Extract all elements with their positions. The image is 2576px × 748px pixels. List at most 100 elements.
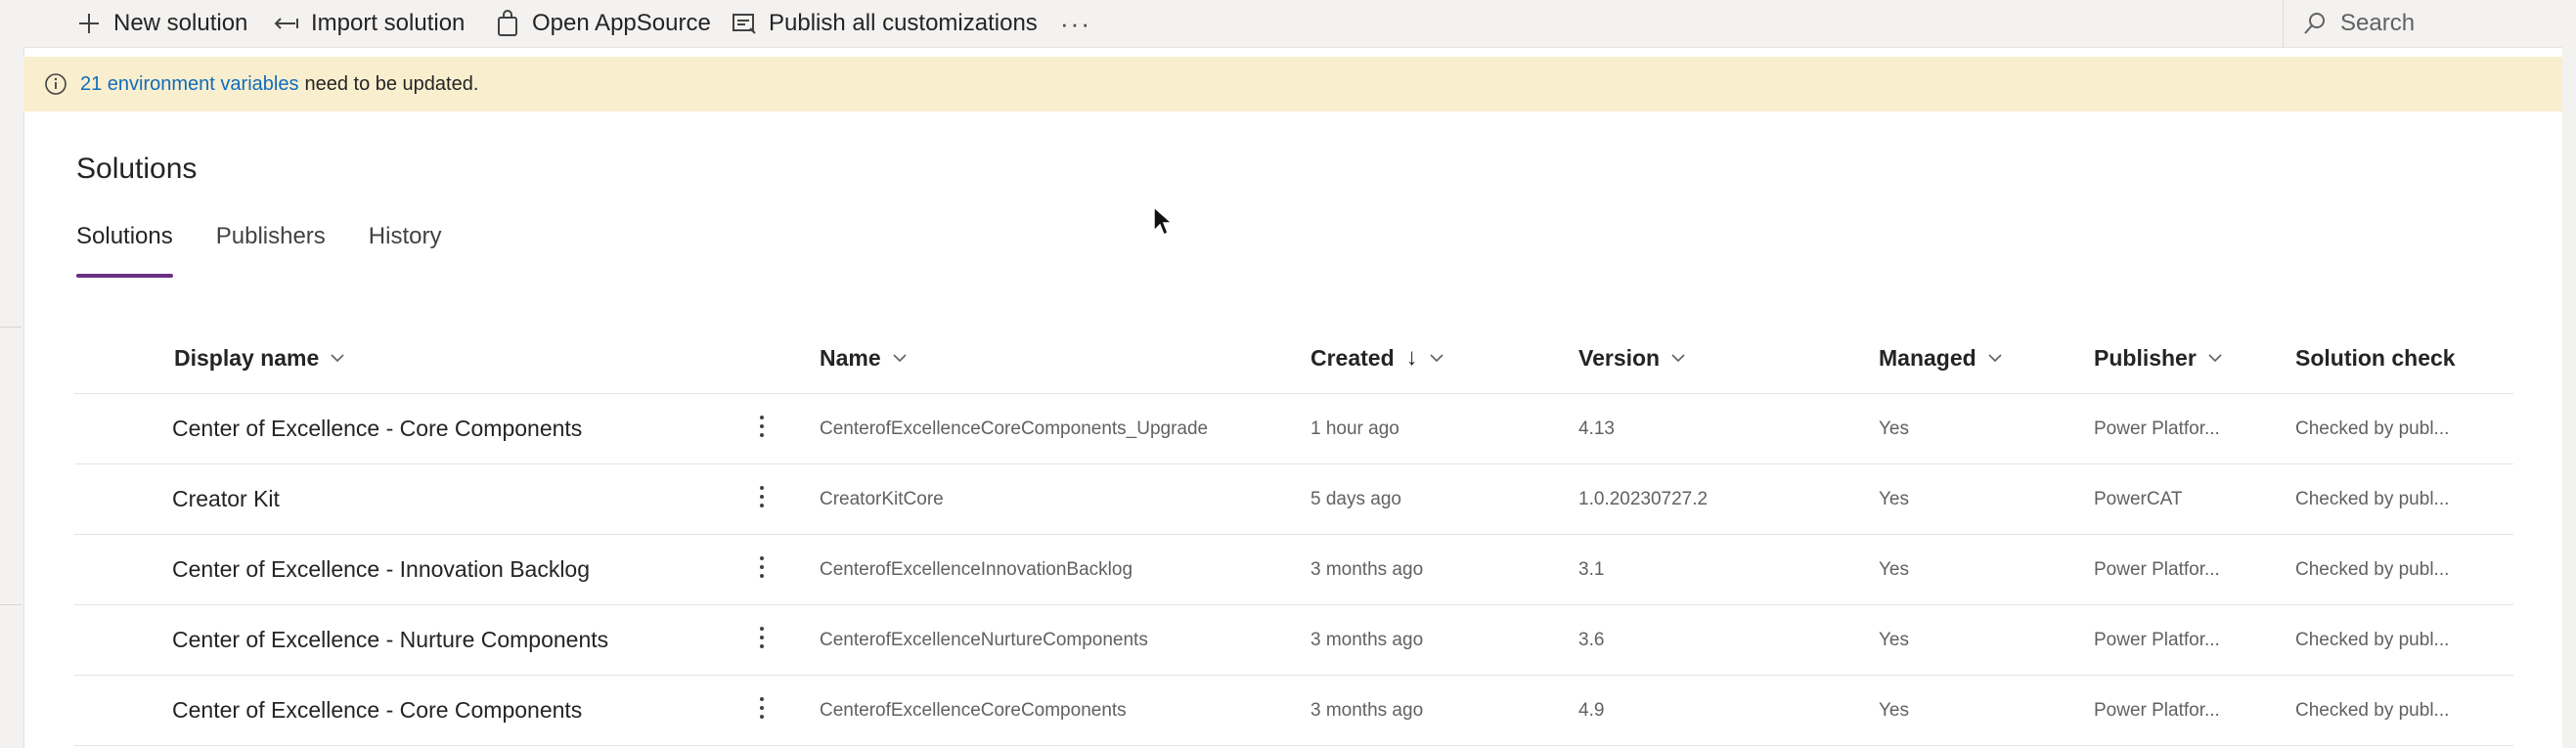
cell-display-name[interactable]: Center of Excellence - Nurture Component… — [172, 605, 608, 675]
column-header-name[interactable]: Name — [820, 323, 909, 393]
tab-list: Solutions Publishers History — [76, 217, 484, 278]
cell-version: 3.1 — [1578, 558, 1605, 580]
right-edge — [2562, 0, 2576, 748]
cell-solution-check: Checked by publ... — [2295, 699, 2450, 721]
import-arrow-icon — [272, 9, 301, 38]
column-header-managed[interactable]: Managed — [1879, 323, 2004, 393]
banner-message: need to be updated. — [304, 72, 479, 95]
environment-variables-link[interactable]: 21 environment variables — [80, 73, 298, 96]
cell-managed: Yes — [1879, 488, 1909, 509]
solutions-page: New solution Import solution Open AppSou… — [0, 0, 2576, 748]
vertical-ellipsis-icon — [759, 484, 765, 514]
publish-icon — [730, 9, 759, 38]
cell-version: 4.13 — [1578, 418, 1615, 439]
row-more-button[interactable] — [747, 605, 777, 675]
import-solution-label: Import solution — [311, 10, 466, 36]
column-label: Solution check — [2295, 344, 2456, 371]
plus-icon — [74, 9, 104, 38]
left-rail — [0, 0, 24, 748]
column-header-publisher[interactable]: Publisher — [2094, 323, 2224, 393]
table-row[interactable]: Center of Excellence - Nurture Component… — [74, 605, 2513, 676]
vertical-ellipsis-icon — [759, 414, 765, 444]
table-row[interactable]: Center of Excellence - Core Components C… — [74, 394, 2513, 464]
column-header-display-name[interactable]: Display name — [174, 323, 346, 393]
tab-solutions[interactable]: Solutions — [76, 217, 173, 278]
chevron-down-icon — [329, 349, 346, 367]
cell-created: 5 days ago — [1310, 488, 1401, 509]
column-label: Created — [1310, 344, 1395, 371]
cell-publisher: PowerCAT — [2094, 488, 2183, 509]
environment-variables-banner: 21 environment variables need to be upda… — [23, 57, 2562, 111]
row-more-button[interactable] — [747, 394, 777, 463]
mouse-cursor-icon — [1153, 205, 1174, 237]
cell-created: 3 months ago — [1310, 629, 1424, 650]
cell-display-name[interactable]: Creator Kit — [172, 464, 280, 534]
table-row[interactable]: Creator Kit CreatorKitCore 5 days ago 1.… — [74, 464, 2513, 535]
page-title: Solutions — [76, 153, 198, 185]
shopping-bag-icon — [493, 9, 522, 38]
cell-solution-check: Checked by publ... — [2295, 558, 2450, 580]
search-placeholder: Search — [2340, 10, 2416, 36]
row-more-button[interactable] — [747, 535, 777, 604]
row-more-button[interactable] — [747, 676, 777, 745]
row-more-button[interactable] — [747, 464, 777, 534]
vertical-ellipsis-icon — [759, 625, 765, 655]
column-header-solution-check[interactable]: Solution check — [2295, 323, 2456, 393]
solutions-table: Display name Name Created ↓ Version Mana… — [74, 323, 2513, 746]
cell-managed: Yes — [1879, 418, 1909, 439]
chevron-down-icon — [2206, 349, 2224, 367]
command-bar: New solution Import solution Open AppSou… — [23, 0, 2562, 48]
cell-name: CenterofExcellenceNurtureComponents — [820, 629, 1148, 650]
column-label: Version — [1578, 344, 1661, 371]
cell-display-name[interactable]: Center of Excellence - Innovation Backlo… — [172, 535, 590, 604]
cell-display-name[interactable]: Center of Excellence - Core Components — [172, 676, 582, 745]
cell-version: 4.9 — [1578, 699, 1605, 721]
column-header-version[interactable]: Version — [1578, 323, 1687, 393]
table-header: Display name Name Created ↓ Version Mana… — [74, 323, 2513, 394]
tab-publishers[interactable]: Publishers — [216, 217, 326, 278]
search-icon — [2301, 10, 2329, 37]
chevron-down-icon — [1986, 349, 2004, 367]
cell-name: CreatorKitCore — [820, 488, 944, 509]
column-label: Publisher — [2094, 344, 2197, 371]
new-solution-button[interactable]: New solution — [74, 0, 247, 47]
cell-managed: Yes — [1879, 629, 1909, 650]
chevron-down-icon — [1428, 349, 1445, 367]
cell-publisher: Power Platfor... — [2094, 418, 2220, 439]
cell-publisher: Power Platfor... — [2094, 699, 2220, 721]
column-header-created[interactable]: Created ↓ — [1310, 323, 1445, 393]
cell-version: 3.6 — [1578, 629, 1605, 650]
publish-all-label: Publish all customizations — [769, 10, 1038, 36]
column-label: Name — [820, 344, 881, 371]
chevron-down-icon — [1669, 349, 1687, 367]
cell-solution-check: Checked by publ... — [2295, 418, 2450, 439]
cell-solution-check: Checked by publ... — [2295, 488, 2450, 509]
column-label: Display name — [174, 344, 320, 371]
table-row[interactable]: Center of Excellence - Core Components C… — [74, 676, 2513, 746]
chevron-down-icon — [891, 349, 909, 367]
import-solution-button[interactable]: Import solution — [272, 0, 465, 47]
cell-version: 1.0.20230727.2 — [1578, 488, 1709, 509]
open-appsource-label: Open AppSource — [532, 10, 711, 36]
vertical-ellipsis-icon — [759, 554, 765, 585]
cell-created: 3 months ago — [1310, 558, 1424, 580]
cell-created: 3 months ago — [1310, 699, 1424, 721]
cell-solution-check: Checked by publ... — [2295, 629, 2450, 650]
new-solution-label: New solution — [113, 10, 248, 36]
cell-created: 1 hour ago — [1310, 418, 1399, 439]
open-appsource-button[interactable]: Open AppSource — [493, 0, 711, 47]
cell-managed: Yes — [1879, 699, 1909, 721]
sort-descending-icon: ↓ — [1405, 344, 1418, 371]
info-icon — [43, 71, 68, 97]
tab-history[interactable]: History — [369, 217, 442, 278]
vertical-ellipsis-icon — [759, 695, 765, 726]
cell-publisher: Power Platfor... — [2094, 558, 2220, 580]
table-row[interactable]: Center of Excellence - Innovation Backlo… — [74, 535, 2513, 605]
publish-all-button[interactable]: Publish all customizations — [730, 0, 1038, 47]
cell-display-name[interactable]: Center of Excellence - Core Components — [172, 394, 582, 463]
more-commands-button[interactable]: ··· — [1060, 0, 1091, 47]
cell-publisher: Power Platfor... — [2094, 629, 2220, 650]
cell-name: CenterofExcellenceInnovationBacklog — [820, 558, 1133, 580]
search-input[interactable]: Search — [2283, 0, 2576, 47]
cell-name: CenterofExcellenceCoreComponents_Upgrade — [820, 418, 1209, 439]
